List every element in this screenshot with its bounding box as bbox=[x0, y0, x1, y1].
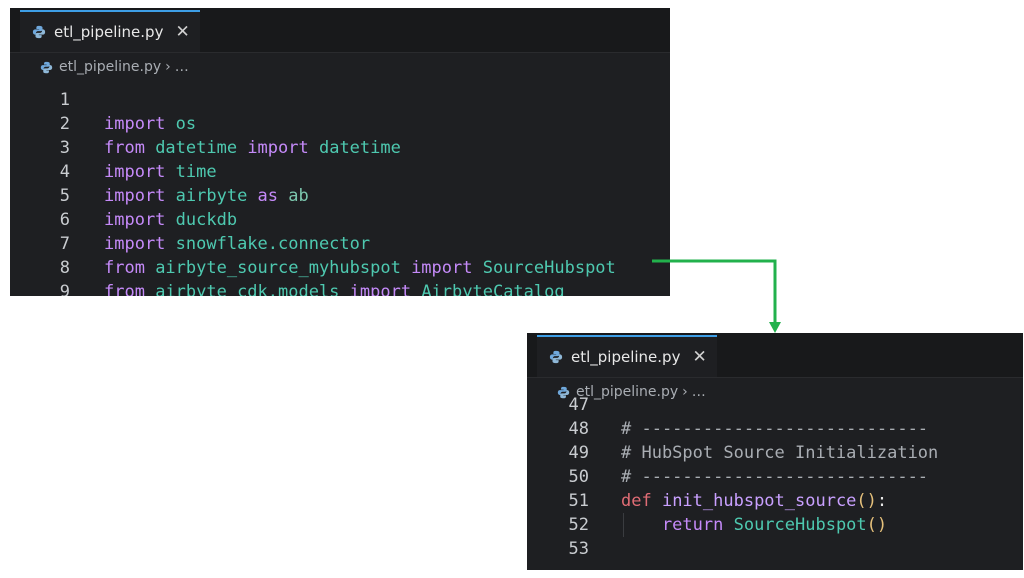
arrow-head-icon bbox=[769, 322, 781, 333]
connector-arrow bbox=[652, 259, 781, 333]
connector-line bbox=[652, 259, 777, 324]
